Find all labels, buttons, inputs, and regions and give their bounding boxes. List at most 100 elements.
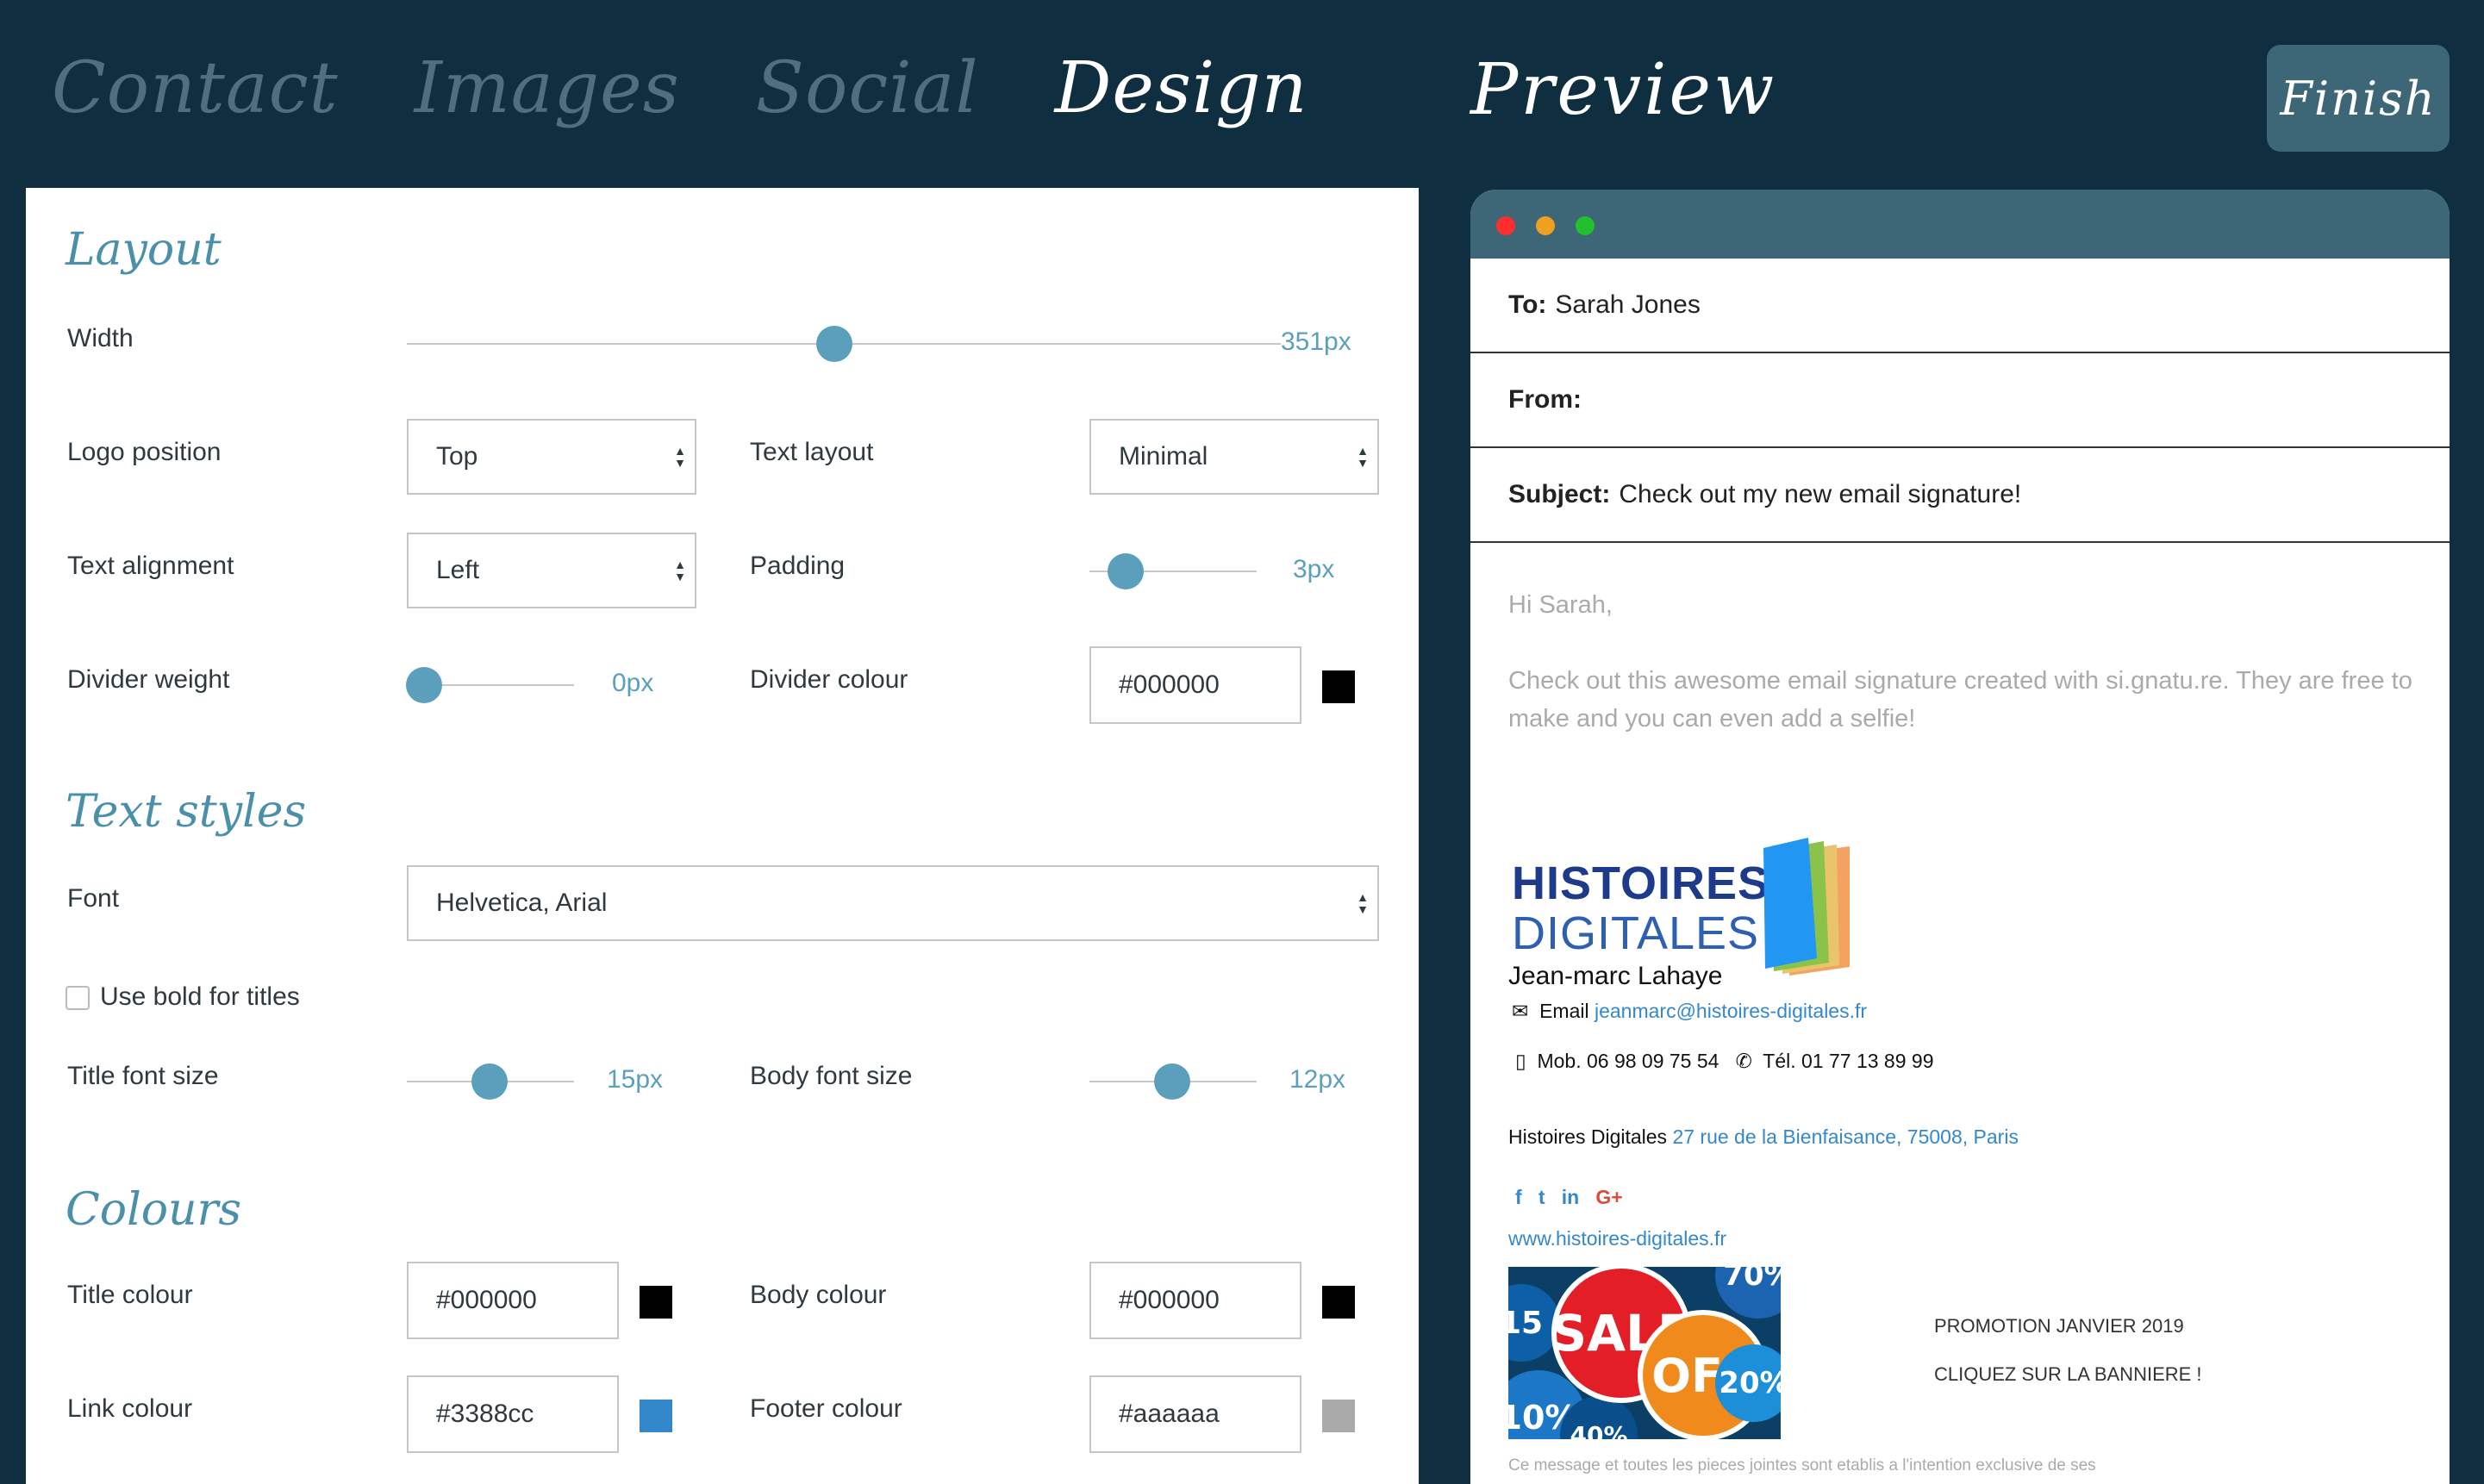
padding-slider-handle[interactable]: [1108, 553, 1144, 589]
text-layout-select[interactable]: Minimal ▲ ▼: [1089, 419, 1379, 495]
maximize-dot-icon: [1576, 216, 1595, 235]
title-colour-input[interactable]: #000000: [407, 1262, 619, 1339]
to-value: Sarah Jones: [1555, 290, 1701, 319]
logo-line1: HISTOIRES: [1512, 857, 1770, 909]
company-name: Histoires Digitales: [1508, 1125, 1668, 1148]
email-link[interactable]: jeanmarc@histoires-digitales.fr: [1595, 1000, 1867, 1022]
promo-line1: PROMOTION JANVIER 2019: [1934, 1315, 2184, 1337]
promo-line2: CLIQUEZ SUR LA BANNIERE !: [1934, 1363, 2202, 1385]
signature-email-line: ✉ Email jeanmarc@histoires-digitales.fr: [1512, 1000, 1867, 1023]
padding-label: Padding: [750, 552, 846, 580]
divider-weight-value: 0px: [612, 669, 654, 697]
mobile-number: Mob. 06 98 09 75 54: [1537, 1050, 1719, 1072]
text-styles-heading: Text styles: [66, 786, 307, 838]
width-value: 351px: [1281, 327, 1351, 356]
email-body: Check out this awesome email signature c…: [1508, 667, 2412, 733]
text-alignment-label: Text alignment: [67, 552, 234, 580]
font-value: Helvetica, Arial: [436, 889, 608, 917]
banner-70: 70%: [1715, 1267, 1781, 1319]
email-preview-window: To: Sarah Jones From: Subject: Check out…: [1470, 190, 2450, 1484]
body-colour-input[interactable]: #000000: [1089, 1262, 1301, 1339]
divider-weight-slider-handle[interactable]: [406, 667, 442, 703]
envelope-icon: ✉: [1512, 1000, 1529, 1022]
text-layout-value: Minimal: [1119, 442, 1208, 471]
logo-position-label: Logo position: [67, 438, 222, 466]
divider-colour-swatch[interactable]: [1322, 670, 1355, 703]
bold-titles-checkbox[interactable]: [66, 986, 90, 1010]
google-plus-icon[interactable]: G+: [1595, 1186, 1622, 1208]
title-colour-swatch[interactable]: [640, 1286, 672, 1319]
divider-colour-label: Divider colour: [750, 665, 908, 694]
logo-line2: DIGITALES: [1512, 907, 1760, 959]
select-arrows-icon: ▲ ▼: [674, 444, 686, 470]
finish-button[interactable]: Finish: [2267, 45, 2450, 152]
design-tabs: Contact Images Social Design: [52, 53, 1308, 124]
select-arrows-icon: ▲ ▼: [1357, 444, 1369, 470]
title-font-size-slider-handle[interactable]: [471, 1063, 508, 1100]
text-layout-label: Text layout: [750, 438, 874, 466]
footer-colour-swatch[interactable]: [1322, 1400, 1355, 1432]
subject-value: Check out my new email signature!: [1619, 480, 2022, 508]
minimize-dot-icon: [1536, 216, 1555, 235]
email-from-row: From:: [1470, 353, 2450, 448]
signature-company-line: Histoires Digitales 27 rue de la Bienfai…: [1508, 1125, 2019, 1149]
preview-heading: Preview: [1470, 49, 1777, 131]
from-label: From:: [1508, 385, 1582, 414]
body-font-size-slider-handle[interactable]: [1154, 1063, 1190, 1100]
title-font-size-value: 15px: [607, 1065, 664, 1094]
font-select[interactable]: Helvetica, Arial ▲ ▼: [407, 865, 1379, 941]
colours-heading: Colours: [66, 1184, 242, 1236]
social-links: f t in G+: [1515, 1186, 1623, 1209]
tab-images[interactable]: Images: [415, 53, 680, 124]
twitter-icon[interactable]: t: [1538, 1186, 1545, 1208]
linkedin-icon[interactable]: in: [1562, 1186, 1579, 1208]
divider-weight-label: Divider weight: [67, 665, 230, 694]
website-link[interactable]: www.histoires-digitales.fr: [1508, 1227, 1726, 1250]
body-colour-swatch[interactable]: [1322, 1286, 1355, 1319]
footer-colour-input[interactable]: #aaaaaa: [1089, 1375, 1301, 1453]
mobile-icon: ▯: [1515, 1050, 1526, 1072]
phone-number: Tél. 01 77 13 89 99: [1763, 1050, 1934, 1072]
select-arrows-icon: ▲ ▼: [1357, 890, 1369, 916]
width-label: Width: [67, 324, 134, 352]
tab-contact[interactable]: Contact: [52, 53, 339, 124]
address-link[interactable]: 27 rue de la Bienfaisance, 75008, Paris: [1672, 1125, 2019, 1148]
width-slider-handle[interactable]: [816, 326, 852, 362]
body-font-size-label: Body font size: [750, 1062, 913, 1090]
facebook-icon[interactable]: f: [1515, 1186, 1522, 1208]
link-colour-input[interactable]: #3388cc: [407, 1375, 619, 1453]
padding-value: 3px: [1293, 555, 1335, 583]
divider-colour-input[interactable]: #000000: [1089, 646, 1301, 724]
tab-design[interactable]: Design: [1055, 53, 1308, 124]
bold-titles-label: Use bold for titles: [100, 982, 300, 1011]
title-font-size-label: Title font size: [67, 1062, 219, 1090]
email-label: Email: [1539, 1000, 1589, 1022]
logo-position-value: Top: [436, 442, 478, 471]
body-font-size-value: 12px: [1289, 1065, 1346, 1094]
window-title-bar: [1470, 190, 2450, 259]
subject-label: Subject:: [1508, 480, 1611, 508]
font-label: Font: [67, 884, 120, 913]
sale-banner[interactable]: 15 10% 40% SALE OFF 20% 70%: [1508, 1267, 1781, 1439]
signature-phone-line: ▯ Mob. 06 98 09 75 54 ✆ Tél. 01 77 13 89…: [1515, 1050, 1934, 1073]
text-alignment-value: Left: [436, 556, 480, 584]
phone-icon: ✆: [1735, 1050, 1752, 1072]
link-colour-label: Link colour: [67, 1394, 193, 1423]
title-colour-label: Title colour: [67, 1281, 193, 1309]
logo-position-select[interactable]: Top ▲ ▼: [407, 419, 696, 495]
layout-heading: Layout: [66, 224, 222, 276]
tab-social[interactable]: Social: [756, 53, 979, 124]
settings-panel: Layout Width 351px Logo position Top ▲ ▼ …: [26, 188, 1419, 1484]
body-colour-label: Body colour: [750, 1281, 887, 1309]
signature-footer: Ce message et toutes les pieces jointes …: [1508, 1456, 2096, 1475]
footer-colour-label: Footer colour: [750, 1394, 902, 1423]
select-arrows-icon: ▲ ▼: [674, 558, 686, 583]
close-dot-icon: [1496, 216, 1515, 235]
to-label: To:: [1508, 290, 1547, 319]
link-colour-swatch[interactable]: [640, 1400, 672, 1432]
email-greeting: Hi Sarah,: [1508, 591, 1613, 619]
text-alignment-select[interactable]: Left ▲ ▼: [407, 533, 696, 608]
email-to-row: To: Sarah Jones: [1470, 259, 2450, 353]
signature-name: Jean-marc Lahaye: [1508, 962, 1723, 990]
email-subject-row: Subject: Check out my new email signatur…: [1470, 448, 2450, 543]
